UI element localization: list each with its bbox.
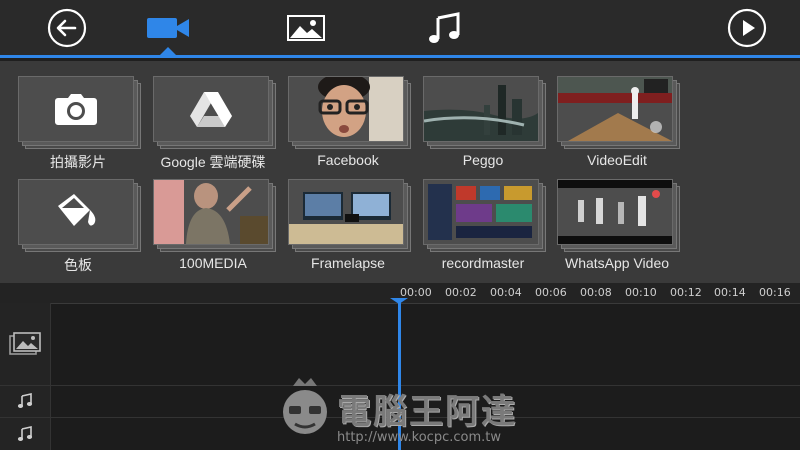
tick-label: 00:16 bbox=[759, 286, 791, 299]
tick-label: 00:10 bbox=[625, 286, 657, 299]
audio-track-header bbox=[0, 385, 50, 417]
source-tile-videoedit[interactable]: VideoEdit bbox=[557, 76, 680, 176]
audio-track-icon bbox=[17, 425, 33, 441]
source-tile-recordmaster[interactable]: recordmaster bbox=[423, 179, 546, 279]
tab-video[interactable] bbox=[146, 8, 190, 48]
top-toolbar bbox=[0, 0, 800, 58]
source-tile-whatsapp-video[interactable]: WhatsApp Video bbox=[557, 179, 680, 279]
tile-label: recordmaster bbox=[441, 255, 525, 271]
tile-label: 100MEDIA bbox=[179, 255, 247, 271]
toolbar-accent-line bbox=[0, 55, 800, 58]
tile-thumbnail bbox=[423, 76, 546, 149]
image-icon bbox=[287, 15, 325, 41]
tile-label: 色板 bbox=[64, 257, 92, 273]
source-tile-color-board[interactable]: 色板 bbox=[18, 179, 141, 279]
tick-label: 00:08 bbox=[580, 286, 612, 299]
source-tile-facebook[interactable]: Facebook bbox=[288, 76, 411, 176]
tick-label: 00:14 bbox=[714, 286, 746, 299]
play-icon bbox=[727, 8, 767, 48]
audio-track-icon bbox=[17, 393, 33, 408]
tick-label: 00:12 bbox=[670, 286, 702, 299]
tile-label: Google 雲端硬碟 bbox=[160, 154, 266, 170]
laptops-photo-thumbnail bbox=[289, 192, 403, 244]
video-camera-icon bbox=[147, 18, 189, 38]
tile-thumbnail bbox=[557, 76, 680, 149]
tick-label: 00:04 bbox=[490, 286, 522, 299]
tab-music[interactable] bbox=[424, 8, 464, 48]
tile-thumbnail bbox=[153, 76, 276, 149]
google-drive-icon bbox=[190, 92, 232, 127]
source-tile-camera[interactable]: 拍攝影片 bbox=[18, 76, 141, 176]
tile-label: 拍攝影片 bbox=[50, 154, 106, 170]
tick-label: 00:06 bbox=[535, 286, 567, 299]
baseball-photo-thumbnail bbox=[558, 77, 672, 141]
tile-thumbnail bbox=[18, 179, 141, 252]
tile-label: Peggo bbox=[462, 152, 504, 168]
source-tile-framelapse[interactable]: Framelapse bbox=[288, 179, 411, 279]
tile-label: WhatsApp Video bbox=[564, 255, 670, 271]
camera-icon bbox=[55, 94, 97, 125]
playhead-handle[interactable] bbox=[390, 298, 408, 304]
tile-thumbnail bbox=[153, 179, 276, 252]
tab-image[interactable] bbox=[286, 8, 326, 48]
people-photo-thumbnail bbox=[154, 180, 268, 244]
city-photo-thumbnail bbox=[424, 85, 538, 141]
source-tile-peggo[interactable]: Peggo bbox=[423, 76, 546, 176]
tile-label: Facebook bbox=[317, 152, 379, 168]
back-arrow-icon bbox=[47, 8, 87, 48]
tile-label: Framelapse bbox=[311, 255, 385, 271]
tile-thumbnail bbox=[288, 179, 411, 252]
tile-thumbnail bbox=[423, 179, 546, 252]
face-photo-thumbnail bbox=[318, 77, 403, 141]
street-photo-thumbnail bbox=[558, 180, 672, 244]
paint-bucket-icon bbox=[58, 194, 96, 226]
music-note-icon bbox=[429, 12, 460, 43]
video-track-icon bbox=[9, 332, 41, 355]
tick-label: 00:02 bbox=[445, 286, 477, 299]
tile-thumbnail bbox=[557, 179, 680, 252]
play-button[interactable] bbox=[727, 8, 767, 48]
back-button[interactable] bbox=[47, 8, 87, 48]
tile-thumbnail bbox=[288, 76, 411, 149]
source-tile-google-drive[interactable]: Google 雲端硬碟 bbox=[153, 76, 276, 176]
playhead[interactable] bbox=[398, 302, 401, 450]
video-track-header bbox=[0, 303, 50, 385]
tile-label: VideoEdit bbox=[587, 152, 647, 168]
game-screen-thumbnail bbox=[428, 184, 532, 240]
media-source-gallery: 拍攝影片 Google 雲端硬碟 Facebook Peggo VideoEdi… bbox=[0, 61, 800, 283]
source-tile-100media[interactable]: 100MEDIA bbox=[153, 179, 276, 279]
tile-thumbnail bbox=[18, 76, 141, 149]
audio-track-header bbox=[0, 417, 50, 450]
